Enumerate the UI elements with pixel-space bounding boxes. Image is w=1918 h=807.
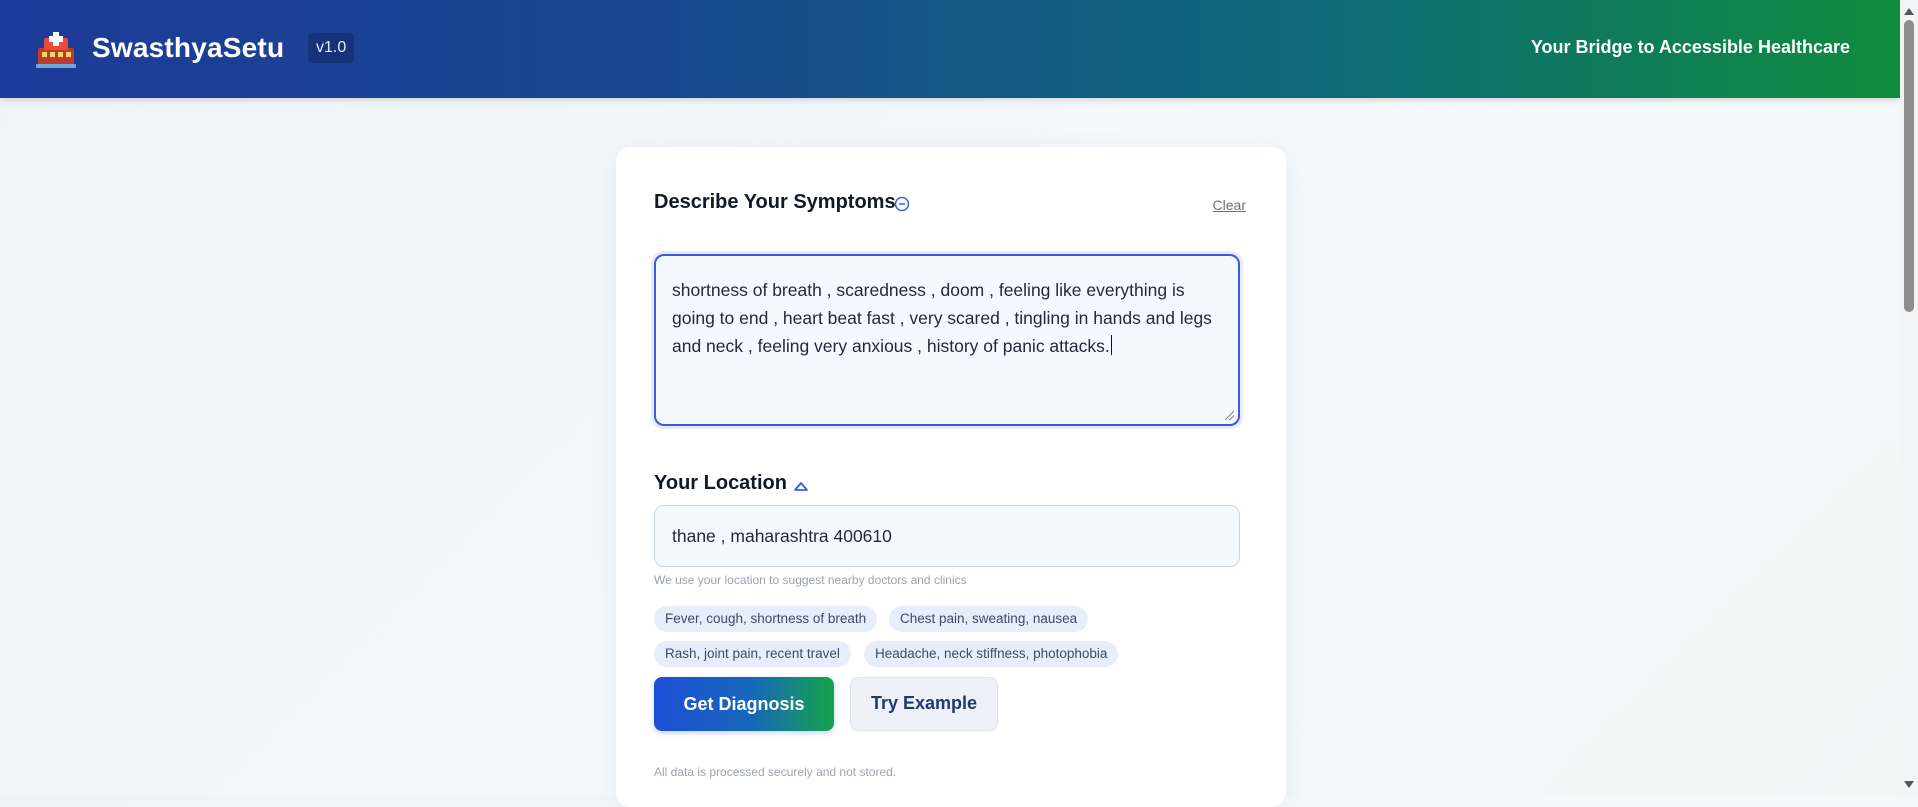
example-chip[interactable]: Rash, joint pain, recent travel xyxy=(654,641,851,667)
chevron-up-icon[interactable] xyxy=(793,479,809,491)
scrollbar-thumb[interactable] xyxy=(1904,20,1914,312)
example-chip[interactable]: Headache, neck stiffness, photophobia xyxy=(864,641,1119,667)
text-caret xyxy=(1110,335,1112,355)
diagnosis-form-card: Describe Your Symptoms Clear shortness o… xyxy=(616,147,1286,807)
clear-symptoms-link[interactable]: Clear xyxy=(1213,197,1246,213)
scroll-up-arrow-icon[interactable] xyxy=(1904,8,1914,15)
get-diagnosis-button[interactable]: Get Diagnosis xyxy=(654,677,834,731)
scroll-down-arrow-icon[interactable] xyxy=(1904,781,1914,788)
version-badge: v1.0 xyxy=(308,33,355,63)
symptoms-title: Describe Your Symptoms xyxy=(654,191,896,213)
privacy-note: All data is processed securely and not s… xyxy=(654,765,897,779)
example-chip[interactable]: Fever, cough, shortness of breath xyxy=(654,606,878,632)
example-chip[interactable]: Chest pain, sweating, nausea xyxy=(889,606,1089,632)
location-helper-text: We use your location to suggest nearby d… xyxy=(654,573,967,587)
app-header: SwasthyaSetu v1.0 Your Bridge to Accessi… xyxy=(0,0,1900,98)
symptoms-text: shortness of breath , scaredness , doom … xyxy=(672,280,1212,356)
try-example-button[interactable]: Try Example xyxy=(850,677,998,731)
hospital-logo-icon[interactable] xyxy=(36,30,76,68)
symptoms-textarea[interactable]: shortness of breath , scaredness , doom … xyxy=(654,254,1240,426)
location-title: Your Location xyxy=(654,472,787,494)
resize-handle-icon[interactable] xyxy=(1225,411,1234,420)
location-input[interactable]: thane , maharashtra 400610 xyxy=(654,505,1240,567)
app-brand[interactable]: SwasthyaSetu xyxy=(92,32,284,64)
header-tagline: Your Bridge to Accessible Healthcare xyxy=(1530,37,1850,57)
page-scrollbar[interactable] xyxy=(1900,0,1918,796)
info-icon[interactable] xyxy=(894,196,910,212)
